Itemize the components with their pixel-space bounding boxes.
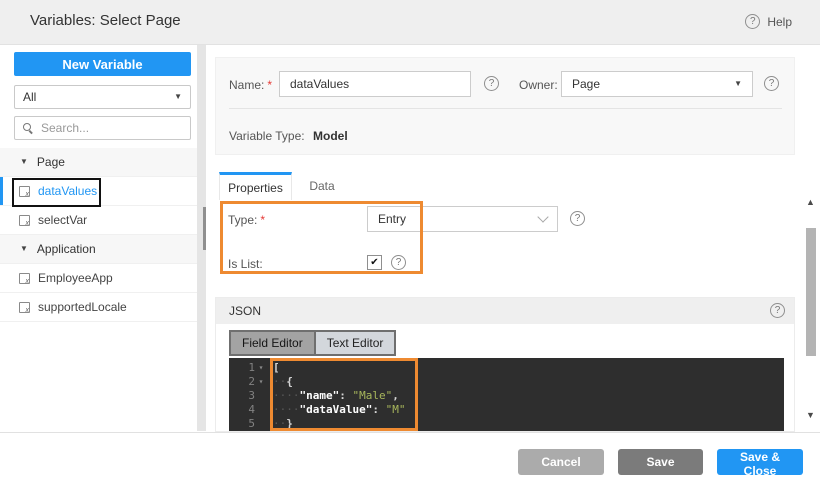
variable-icon	[19, 272, 30, 285]
help-label: Help	[767, 14, 792, 29]
indent-dots	[273, 389, 300, 402]
cancel-button[interactable]: Cancel	[518, 449, 604, 475]
owner-help-icon[interactable]: ?	[764, 76, 779, 91]
line-number: 2	[248, 375, 255, 388]
line-number: 5	[248, 417, 255, 430]
text-editor-button[interactable]: Text Editor	[313, 332, 395, 354]
new-variable-button[interactable]: New Variable	[14, 52, 191, 76]
name-label: Name: *	[229, 78, 273, 92]
code-line: 4"dataValue": "M"	[229, 403, 784, 417]
variable-filter-select[interactable]: All ▼	[14, 85, 191, 109]
variables-sidebar: New Variable All ▼ ▼ Page dataValues sel…	[0, 45, 197, 430]
save-and-close-button[interactable]: Save & Close	[717, 449, 803, 478]
type-help-icon[interactable]: ?	[570, 211, 585, 226]
tab-data[interactable]: Data	[292, 172, 352, 200]
json-section-header: JSON ?	[216, 298, 794, 324]
json-help-icon[interactable]: ?	[770, 303, 785, 318]
variables-dialog: Variables: Select Page ? Help New Variab…	[0, 0, 820, 488]
type-value: Entry	[378, 212, 407, 226]
search-input[interactable]	[39, 120, 173, 136]
type-select[interactable]: Entry	[367, 206, 558, 232]
json-section: JSON ? Field Editor Text Editor 1▾[ 2▾{ …	[215, 297, 795, 432]
tree-item-supportedlocale[interactable]: supportedLocale	[0, 293, 197, 322]
search-icon	[23, 123, 33, 133]
type-label: Type: *	[228, 213, 266, 227]
tree-item-label: selectVar	[38, 213, 88, 227]
dialog-header: Variables: Select Page ? Help	[0, 0, 820, 45]
variable-filter-value: All	[23, 90, 37, 104]
code-line: 1 ▾[	[229, 361, 784, 375]
indent-dots	[273, 375, 286, 388]
code-line: 5}	[229, 417, 784, 431]
tree-group-label: Page	[36, 155, 65, 169]
variable-summary-card: Name:* ? Owner:* Page ▼ ? Variable Type:…	[215, 57, 795, 155]
tree-group-label: Application	[36, 242, 96, 256]
tab-properties[interactable]: Properties	[219, 172, 292, 200]
tree-item-datavalues[interactable]: dataValues	[0, 177, 197, 206]
required-mark: *	[260, 213, 266, 227]
indent-dots	[273, 417, 286, 430]
scroll-down-arrow-icon[interactable]: ▼	[806, 410, 815, 420]
sidebar-scrollbar-thumb[interactable]	[203, 207, 206, 250]
caret-down-icon: ▼	[174, 92, 182, 101]
owner-label: Owner:*	[519, 78, 565, 92]
line-number: 3	[248, 389, 255, 402]
code-line: 3"name": "Male",	[229, 389, 784, 403]
indent-dots	[273, 403, 300, 416]
variable-tree: ▼ Page dataValues selectVar ▼ Applicatio…	[0, 148, 197, 322]
field-editor-button[interactable]: Field Editor	[231, 332, 314, 354]
collapse-caret-icon: ▼	[20, 157, 28, 166]
variable-icon	[19, 214, 30, 227]
save-button[interactable]: Save	[618, 449, 703, 475]
caret-down-icon: ▼	[734, 79, 742, 88]
tree-item-label: supportedLocale	[38, 300, 127, 314]
tree-group-application[interactable]: ▼ Application	[0, 235, 197, 264]
chevron-down-icon	[537, 211, 549, 223]
line-number: 1	[248, 361, 255, 374]
variable-icon	[19, 301, 30, 314]
name-help-icon[interactable]: ?	[484, 76, 499, 91]
variable-icon	[19, 185, 30, 198]
fold-caret-icon[interactable]: ▾	[255, 375, 267, 389]
name-field[interactable]	[279, 71, 471, 97]
help-button[interactable]: ? Help	[745, 14, 792, 29]
variable-type-value: Model	[313, 129, 348, 143]
editor-mode-toggle: Field Editor Text Editor	[229, 330, 397, 356]
main-scrollbar-thumb[interactable]	[806, 228, 816, 356]
owner-value: Page	[572, 77, 601, 91]
is-list-checkbox[interactable]: ✔	[367, 255, 382, 270]
code-line: 2▾{	[229, 375, 784, 389]
form-divider	[229, 108, 782, 109]
tree-item-label: EmployeeApp	[38, 271, 113, 285]
json-section-title: JSON	[229, 304, 262, 318]
is-list-help-icon[interactable]: ?	[391, 255, 406, 270]
tree-group-page[interactable]: ▼ Page	[0, 148, 197, 177]
json-code-editor[interactable]: 1▾[ 2▾{ 3"name": "Male", 4"dataValue": "…	[229, 358, 784, 431]
owner-select[interactable]: Page ▼	[561, 71, 753, 97]
collapse-caret-icon: ▼	[20, 244, 28, 253]
dialog-footer: Cancel Save Save & Close	[0, 432, 820, 488]
help-icon: ?	[745, 14, 761, 29]
required-mark: *	[267, 78, 273, 92]
tree-item-selectvar[interactable]: selectVar	[0, 206, 197, 235]
checkmark-icon: ✔	[370, 257, 379, 268]
variable-search[interactable]	[14, 116, 191, 140]
line-number: 4	[248, 403, 255, 416]
tree-item-employeeapp[interactable]: EmployeeApp	[0, 264, 197, 293]
scroll-up-arrow-icon[interactable]: ▲	[806, 197, 815, 207]
tree-item-label: dataValues	[38, 184, 98, 198]
fold-caret-icon[interactable]: ▾	[255, 361, 267, 375]
variable-type-label: Variable Type:	[229, 129, 305, 143]
page-title: Variables: Select Page	[30, 12, 181, 29]
is-list-label: Is List:	[228, 257, 263, 271]
